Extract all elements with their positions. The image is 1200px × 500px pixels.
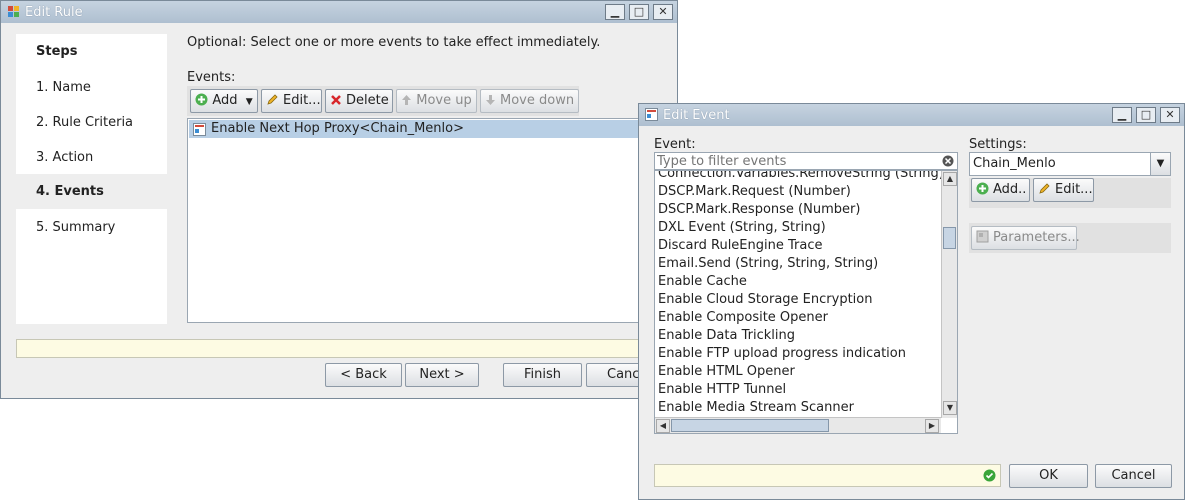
scroll-thumb-horizontal[interactable] bbox=[671, 419, 829, 432]
edit-event-window: Edit Event ▁ □ ✕ Event: Connection.Varia… bbox=[638, 103, 1185, 500]
cancel-event-button[interactable]: Cancel bbox=[1095, 464, 1172, 488]
scroll-right-arrow[interactable]: ▶ bbox=[925, 419, 939, 433]
minimize-button[interactable]: ▁ bbox=[1112, 107, 1132, 123]
event-window-title: Edit Event bbox=[663, 108, 730, 123]
filter-field[interactable] bbox=[654, 152, 958, 170]
horizontal-scrollbar[interactable]: ◀ ▶ bbox=[655, 417, 941, 433]
edit-rule-window: Edit Rule ▁ □ ✕ Steps 1. Name 2. Rule Cr… bbox=[0, 0, 679, 399]
app-icon bbox=[8, 6, 19, 17]
step-action: 3. Action bbox=[36, 150, 94, 165]
settings-label: Settings: bbox=[969, 137, 1027, 152]
steps-panel: Steps 1. Name 2. Rule Criteria 3. Action… bbox=[16, 34, 167, 324]
maximize-button[interactable]: □ bbox=[629, 4, 649, 20]
event-window-icon bbox=[645, 108, 658, 121]
clear-icon[interactable] bbox=[942, 155, 954, 167]
list-item[interactable]: DSCP.Mark.Response (Number) bbox=[657, 201, 939, 219]
list-item[interactable]: Enable Cache bbox=[657, 273, 939, 291]
edit-setting-button[interactable]: Edit... bbox=[1033, 178, 1094, 202]
add-label: Add bbox=[212, 93, 238, 108]
delete-event-button[interactable]: Delete bbox=[325, 89, 393, 113]
filter-input[interactable] bbox=[657, 153, 937, 169]
finish-button[interactable]: Finish bbox=[503, 363, 582, 387]
pencil-icon bbox=[1039, 183, 1050, 194]
list-item[interactable]: DSCP.Mark.Request (Number) bbox=[657, 183, 939, 201]
list-item[interactable]: Enable FTP upload progress indication bbox=[657, 345, 939, 363]
scroll-down-arrow[interactable]: ▼ bbox=[943, 401, 957, 415]
edit-label: Edit... bbox=[283, 93, 321, 108]
move-up-label: Move up bbox=[416, 93, 472, 108]
scroll-left-arrow[interactable]: ◀ bbox=[656, 419, 670, 433]
list-item[interactable]: Enable Cloud Storage Encryption bbox=[657, 291, 939, 309]
event-list[interactable]: Connection.Variables.RemoveString (Strin… bbox=[654, 170, 958, 434]
arrow-down-icon bbox=[486, 95, 495, 105]
parameters-icon bbox=[976, 230, 989, 243]
step-name: 1. Name bbox=[36, 80, 91, 95]
step-summary: 5. Summary bbox=[36, 220, 116, 235]
events-list[interactable]: Enable Next Hop Proxy<Chain_Menlo> bbox=[187, 118, 679, 323]
edit-event-titlebar[interactable]: Edit Event ▁ □ ✕ bbox=[639, 104, 1184, 126]
close-button[interactable]: ✕ bbox=[653, 4, 673, 20]
status-bar bbox=[16, 339, 679, 358]
add-icon bbox=[976, 182, 989, 195]
edit-rule-titlebar[interactable]: Edit Rule ▁ □ ✕ bbox=[1, 1, 677, 23]
event-status-bar bbox=[654, 464, 1001, 487]
delete-label: Delete bbox=[346, 93, 389, 108]
events-label: Events: bbox=[187, 70, 236, 85]
list-item[interactable]: Enable Media Stream Scanner bbox=[657, 399, 939, 417]
scroll-up-arrow[interactable]: ▲ bbox=[943, 172, 957, 186]
edit-setting-label: Edit... bbox=[1055, 182, 1093, 197]
edit-event-button[interactable]: Edit... bbox=[261, 89, 322, 113]
event-label: Event: bbox=[654, 137, 696, 152]
move-down-label: Move down bbox=[500, 93, 575, 108]
list-item[interactable]: Discard RuleEngine Trace bbox=[657, 237, 939, 255]
steps-heading: Steps bbox=[36, 44, 78, 59]
arrow-up-icon bbox=[402, 95, 412, 105]
parameters-label: Parameters... bbox=[993, 230, 1080, 245]
step-rule-criteria: 2. Rule Criteria bbox=[36, 115, 134, 130]
list-item[interactable]: Enable Next Hop Proxy<Chain_Menlo> bbox=[189, 120, 677, 138]
scroll-thumb[interactable] bbox=[943, 227, 956, 249]
list-item[interactable]: Enable Data Trickling bbox=[657, 327, 939, 345]
list-item[interactable]: Enable Composite Opener bbox=[657, 309, 939, 327]
settings-value: Chain_Menlo bbox=[973, 156, 1056, 171]
close-button[interactable]: ✕ bbox=[1160, 107, 1180, 123]
delete-icon bbox=[331, 95, 341, 105]
add-event-button[interactable]: Add ▼ bbox=[190, 89, 258, 113]
add-icon bbox=[195, 93, 208, 106]
ok-button[interactable]: OK bbox=[1009, 464, 1088, 488]
instruction-text: Optional: Select one or more events to t… bbox=[187, 35, 601, 50]
maximize-button[interactable]: □ bbox=[1136, 107, 1156, 123]
list-item[interactable]: Email.Send (String, String, String) bbox=[657, 255, 939, 273]
event-list-items: Connection.Variables.RemoveString (Strin… bbox=[655, 171, 941, 433]
minimize-button[interactable]: ▁ bbox=[605, 4, 625, 20]
vertical-scrollbar[interactable]: ▲ ▼ bbox=[941, 171, 957, 418]
settings-select[interactable]: Chain_Menlo ▼ bbox=[969, 152, 1171, 176]
window-title: Edit Rule bbox=[25, 5, 83, 20]
move-up-button[interactable]: Move up bbox=[396, 89, 477, 113]
next-button[interactable]: Next > bbox=[405, 363, 479, 387]
settings-dropdown-button[interactable]: ▼ bbox=[1150, 153, 1170, 175]
check-icon bbox=[983, 469, 996, 482]
list-item[interactable]: Enable HTML Opener bbox=[657, 363, 939, 381]
step-events: 4. Events bbox=[36, 184, 104, 199]
list-item[interactable]: Enable HTTP Tunnel bbox=[657, 381, 939, 399]
chevron-down-icon: ▼ bbox=[245, 97, 253, 107]
list-item[interactable]: DXL Event (String, String) bbox=[657, 219, 939, 237]
back-button[interactable]: < Back bbox=[325, 363, 402, 387]
event-icon bbox=[193, 123, 206, 136]
parameters-button[interactable]: Parameters... bbox=[971, 226, 1080, 250]
add-setting-button[interactable]: Add.. bbox=[971, 178, 1030, 202]
event-label: Enable Next Hop Proxy<Chain_Menlo> bbox=[211, 121, 464, 136]
move-down-button[interactable]: Move down bbox=[480, 89, 579, 113]
chevron-down-icon: ▼ bbox=[1156, 158, 1165, 169]
list-item[interactable]: Connection.Variables.RemoveString (Strin… bbox=[657, 171, 941, 183]
pencil-icon bbox=[267, 94, 278, 105]
add-setting-label: Add.. bbox=[993, 182, 1027, 197]
